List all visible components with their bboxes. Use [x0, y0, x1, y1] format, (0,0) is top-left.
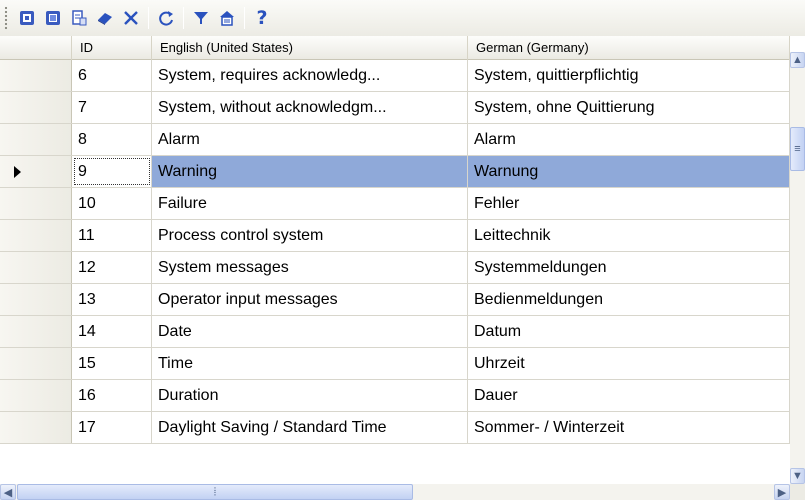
- paste-icon[interactable]: [66, 5, 92, 31]
- cell-english[interactable]: Date: [152, 316, 468, 347]
- cell-english[interactable]: Failure: [152, 188, 468, 219]
- table-row[interactable]: 17 Daylight Saving / Standard Time Sommer-…: [0, 412, 790, 444]
- chevron-down-icon: ▼: [792, 470, 803, 482]
- refresh-icon[interactable]: [153, 5, 179, 31]
- current-row-arrow-icon: [14, 166, 21, 178]
- table-row[interactable]: 9 Warning Warnung: [0, 156, 790, 188]
- scroll-down-button[interactable]: ▼: [790, 468, 805, 484]
- table-row[interactable]: 11 Process control system Leittechnik: [0, 220, 790, 252]
- table-row[interactable]: 8 Alarm Alarm: [0, 124, 790, 156]
- horizontal-scrollbar[interactable]: ◀ ⦙ ▶: [0, 484, 790, 500]
- column-header-english[interactable]: English (United States): [152, 36, 468, 60]
- row-header[interactable]: [0, 92, 72, 123]
- toolbar-separator: [244, 7, 245, 29]
- scroll-left-button[interactable]: ◀: [0, 484, 16, 500]
- cell-english[interactable]: Duration: [152, 380, 468, 411]
- cell-german[interactable]: Alarm: [468, 124, 790, 155]
- export-icon[interactable]: [40, 5, 66, 31]
- chevron-right-icon: ▶: [777, 486, 787, 499]
- toolbar: ?: [0, 0, 805, 36]
- grip-icon: ⦙: [213, 485, 217, 498]
- help-icon[interactable]: ?: [249, 5, 275, 31]
- scroll-right-button[interactable]: ▶: [774, 484, 790, 500]
- cell-english[interactable]: Alarm: [152, 124, 468, 155]
- delete-icon[interactable]: [118, 5, 144, 31]
- vertical-scrollbar[interactable]: ▲ ≡ ▼: [790, 52, 805, 484]
- cell-german[interactable]: Uhrzeit: [468, 348, 790, 379]
- cell-german[interactable]: Datum: [468, 316, 790, 347]
- cell-german[interactable]: System, quittierpflichtig: [468, 60, 790, 91]
- help-glyph: ?: [256, 7, 268, 29]
- cell-german[interactable]: Systemmeldungen: [468, 252, 790, 283]
- cell-id[interactable]: 15: [72, 348, 152, 379]
- toolbar-separator: [148, 7, 149, 29]
- row-header[interactable]: [0, 412, 72, 443]
- column-header-id[interactable]: ID: [72, 36, 152, 60]
- toolbar-grip[interactable]: [4, 6, 8, 30]
- cell-id[interactable]: 12: [72, 252, 152, 283]
- cell-english[interactable]: Time: [152, 348, 468, 379]
- scrollbar-corner: [790, 484, 805, 500]
- cell-german[interactable]: Leittechnik: [468, 220, 790, 251]
- toolbar-separator: [183, 7, 184, 29]
- cell-english[interactable]: System, requires acknowledg...: [152, 60, 468, 91]
- eraser-icon[interactable]: [92, 5, 118, 31]
- table-header: ID English (United States) German (Germa…: [0, 36, 790, 60]
- chevron-left-icon: ◀: [3, 486, 13, 499]
- grip-icon: ≡: [794, 143, 801, 155]
- vertical-scroll-thumb[interactable]: ≡: [790, 127, 805, 171]
- table-row[interactable]: 7 System, without acknowledgm... System, o…: [0, 92, 790, 124]
- cell-id[interactable]: 13: [72, 284, 152, 315]
- table-row[interactable]: 16 Duration Dauer: [0, 380, 790, 412]
- cell-id[interactable]: 6: [72, 60, 152, 91]
- cell-german[interactable]: Dauer: [468, 380, 790, 411]
- cell-german[interactable]: Bedienmeldungen: [468, 284, 790, 315]
- row-header[interactable]: [0, 252, 72, 283]
- table-row[interactable]: 15 Time Uhrzeit: [0, 348, 790, 380]
- cell-german[interactable]: Sommer- / Winterzeit: [468, 412, 790, 443]
- cell-english[interactable]: System messages: [152, 252, 468, 283]
- row-header[interactable]: [0, 316, 72, 347]
- chevron-up-icon: ▲: [792, 54, 803, 66]
- cell-english[interactable]: Operator input messages: [152, 284, 468, 315]
- cell-id[interactable]: 11: [72, 220, 152, 251]
- cell-german[interactable]: System, ohne Quittierung: [468, 92, 790, 123]
- row-header[interactable]: [0, 60, 72, 91]
- cell-id[interactable]: 10: [72, 188, 152, 219]
- cell-id[interactable]: 9: [72, 156, 152, 187]
- table-row[interactable]: 14 Date Datum: [0, 316, 790, 348]
- cell-english[interactable]: System, without acknowledgm...: [152, 92, 468, 123]
- table-row[interactable]: 12 System messages Systemmeldungen: [0, 252, 790, 284]
- cell-german[interactable]: Warnung: [468, 156, 790, 187]
- row-header[interactable]: [0, 284, 72, 315]
- table-row[interactable]: 6 System, requires acknowledg... System, q…: [0, 60, 790, 92]
- table-row[interactable]: 13 Operator input messages Bedienmeldungen: [0, 284, 790, 316]
- cell-id[interactable]: 16: [72, 380, 152, 411]
- filter-icon[interactable]: [188, 5, 214, 31]
- cell-english[interactable]: Daylight Saving / Standard Time: [152, 412, 468, 443]
- table-body: 6 System, requires acknowledg... System, q…: [0, 60, 790, 444]
- cell-german[interactable]: Fehler: [468, 188, 790, 219]
- import-icon[interactable]: [14, 5, 40, 31]
- row-header[interactable]: [0, 220, 72, 251]
- row-header-corner[interactable]: [0, 36, 72, 60]
- row-header[interactable]: [0, 348, 72, 379]
- row-header[interactable]: [0, 380, 72, 411]
- row-header[interactable]: [0, 124, 72, 155]
- row-header[interactable]: [0, 188, 72, 219]
- cell-english[interactable]: Process control system: [152, 220, 468, 251]
- horizontal-scroll-thumb[interactable]: ⦙: [17, 484, 413, 500]
- cell-id[interactable]: 17: [72, 412, 152, 443]
- scroll-up-button[interactable]: ▲: [790, 52, 805, 68]
- cell-id[interactable]: 7: [72, 92, 152, 123]
- properties-icon[interactable]: [214, 5, 240, 31]
- row-header[interactable]: [0, 156, 72, 187]
- table-row[interactable]: 10 Failure Fehler: [0, 188, 790, 220]
- column-header-german[interactable]: German (Germany): [468, 36, 790, 60]
- cell-english[interactable]: Warning: [152, 156, 468, 187]
- cell-id[interactable]: 14: [72, 316, 152, 347]
- cell-id[interactable]: 8: [72, 124, 152, 155]
